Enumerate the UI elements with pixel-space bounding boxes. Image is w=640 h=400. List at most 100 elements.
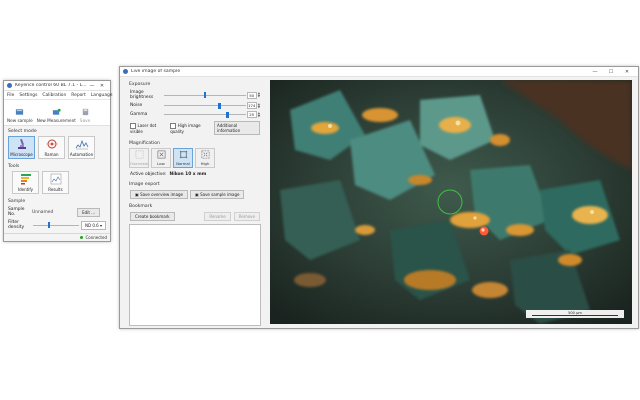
filter-density-thumb[interactable] xyxy=(47,222,51,228)
brightness-spinner-icon[interactable]: ▲ ▼ xyxy=(258,92,260,98)
gamma-row: Gamma 25 ▲ ▼ xyxy=(126,110,264,119)
maximize-button[interactable]: ☐ xyxy=(603,69,619,75)
gamma-value[interactable]: 25 xyxy=(246,111,257,118)
save-sample-image-button[interactable]: ▣ Save sample image xyxy=(190,190,245,199)
brightness-row: Image brightness 50 ▲ ▼ xyxy=(126,89,264,101)
low-magnification-button[interactable]: Low xyxy=(151,148,171,168)
menu-calibration[interactable]: Calibration xyxy=(42,93,66,98)
bookmark-heading: Bookmark xyxy=(129,204,153,209)
automation-label: Automation xyxy=(69,152,94,157)
high-magnification-button[interactable]: High xyxy=(195,148,215,168)
app-icon xyxy=(123,69,128,74)
image-export-heading: Image export xyxy=(129,182,160,187)
live-image-view[interactable]: 500 μm xyxy=(270,80,632,324)
magnification-heading: Magnification xyxy=(129,141,160,146)
scale-bar-label: 500 μm xyxy=(568,311,582,315)
menu-settings[interactable]: Settings xyxy=(19,93,37,98)
save-button[interactable]: Save xyxy=(80,108,90,123)
brightness-slider[interactable] xyxy=(164,92,246,98)
minimize-button[interactable]: — xyxy=(587,69,603,75)
close-button[interactable]: ✕ xyxy=(97,83,107,89)
control-window-title: Keyence control 60 BL 7.1 - L... xyxy=(15,83,87,88)
microscope-label: Microscope xyxy=(10,152,33,157)
gamma-thumb[interactable] xyxy=(226,111,229,118)
save-overview-icon: ▣ xyxy=(135,192,139,197)
noise-slider[interactable] xyxy=(164,102,246,109)
mode-row: Microscope Raman Automation xyxy=(4,136,110,159)
filter-density-value: ND 0.6 xyxy=(85,222,99,228)
microscope-mode-button[interactable]: Microscope xyxy=(8,136,35,159)
zoom-high-icon xyxy=(201,150,209,159)
filter-density-slider[interactable] xyxy=(33,222,79,228)
control-window-titlebar[interactable]: Keyence control 60 BL 7.1 - L... — ✕ xyxy=(4,81,110,91)
new-sample-button[interactable]: New sample xyxy=(7,108,33,123)
results-button[interactable]: Results xyxy=(42,171,69,194)
filter-density-select[interactable]: ND 0.6 ▾ xyxy=(81,220,106,230)
new-measurement-button[interactable]: New Measurement xyxy=(37,108,76,123)
high-label: High xyxy=(200,161,210,166)
save-overview-image-button[interactable]: ▣ Save overview image xyxy=(130,190,189,199)
normal-label: Normal xyxy=(176,161,190,166)
raman-label: Raman xyxy=(44,152,59,157)
high-quality-checkbox[interactable]: High image quality xyxy=(170,122,211,134)
brightness-thumb[interactable] xyxy=(203,92,207,98)
gamma-slider[interactable] xyxy=(164,111,246,118)
normal-magnification-button[interactable]: Normal xyxy=(173,148,193,168)
additional-information-button[interactable]: Additional information xyxy=(214,121,261,135)
filter-density-label: Filter density xyxy=(8,220,25,230)
main-toolbar: New sample New Measurement Save xyxy=(4,100,110,126)
image-export-row: ▣ Save overview image ▣ Save sample imag… xyxy=(126,189,264,200)
close-button[interactable]: ✕ xyxy=(619,69,635,75)
rename-bookmark-button[interactable]: Rename xyxy=(204,212,231,221)
status-bar: Connected xyxy=(4,233,110,241)
automation-mode-button[interactable]: Automation xyxy=(68,136,95,159)
noise-value[interactable]: 174 xyxy=(246,102,257,109)
menu-language[interactable]: Language xyxy=(91,93,113,98)
sample-no-row: Sample No. Unnamed Edit ... xyxy=(4,206,110,218)
overview-magnification-button[interactable]: Overview xyxy=(129,148,149,168)
gamma-spinner-icon[interactable]: ▲ ▼ xyxy=(258,111,260,118)
active-objective-value: Nikon 10 x mm xyxy=(169,172,207,177)
microscope-icon xyxy=(17,138,26,149)
save-sample-icon: ▣ xyxy=(195,192,199,197)
connection-status-icon xyxy=(80,236,84,239)
live-window-titlebar[interactable]: Live image of sample — ☐ ✕ xyxy=(120,67,638,77)
create-bookmark-button[interactable]: Create bookmark xyxy=(130,212,175,221)
noise-row: Noise 174 ▲ ▼ xyxy=(126,101,264,110)
noise-spinner-icon[interactable]: ▲ ▼ xyxy=(258,102,260,109)
save-sample-label: Save sample image xyxy=(200,192,240,197)
sample-no-value: Unnamed xyxy=(32,209,54,215)
menu-file[interactable]: File xyxy=(7,93,14,98)
tools-heading: Tools xyxy=(8,164,20,169)
save-icon xyxy=(82,108,88,116)
brightness-value[interactable]: 50 xyxy=(246,91,257,99)
bookmark-list[interactable] xyxy=(129,224,261,326)
exposure-options-row: Laser dot visible High image quality Add… xyxy=(126,119,264,136)
menu-report[interactable]: Report xyxy=(71,93,86,98)
menu-bar: File Settings Calibration Report Languag… xyxy=(4,91,113,100)
connection-status-text: Connected xyxy=(85,235,107,240)
control-window: Keyence control 60 BL 7.1 - L... — ✕ Fil… xyxy=(3,80,113,242)
new-sample-label: New sample xyxy=(7,118,33,123)
noise-label: Noise xyxy=(130,103,143,108)
gamma-label: Gamma xyxy=(130,112,148,117)
identify-button[interactable]: Identify xyxy=(12,171,39,194)
new-sample-icon xyxy=(16,109,24,115)
zoom-normal-icon xyxy=(179,150,187,159)
edit-sample-button[interactable]: Edit ... xyxy=(77,207,100,217)
laser-dot-checkbox[interactable]: Laser dot visible xyxy=(130,122,166,134)
magnification-row: Overview Low Normal High xyxy=(126,148,264,168)
minimize-button[interactable]: — xyxy=(87,83,97,89)
raman-mode-button[interactable]: Raman xyxy=(38,136,65,159)
overview-label: Overview xyxy=(130,161,148,166)
noise-thumb[interactable] xyxy=(218,102,221,109)
overview-icon xyxy=(135,150,143,159)
zoom-low-icon xyxy=(157,150,165,159)
identify-label: Identify xyxy=(17,187,34,192)
remove-bookmark-button[interactable]: Remove xyxy=(233,212,260,221)
brightness-label: Image brightness xyxy=(130,90,154,100)
live-image-window: Live image of sample — ☐ ✕ Exposure Imag… xyxy=(119,66,639,329)
new-measurement-icon xyxy=(52,108,61,115)
filter-density-row: Filter density ND 0.6 ▾ xyxy=(4,218,110,231)
sample-heading: Sample xyxy=(8,199,26,204)
